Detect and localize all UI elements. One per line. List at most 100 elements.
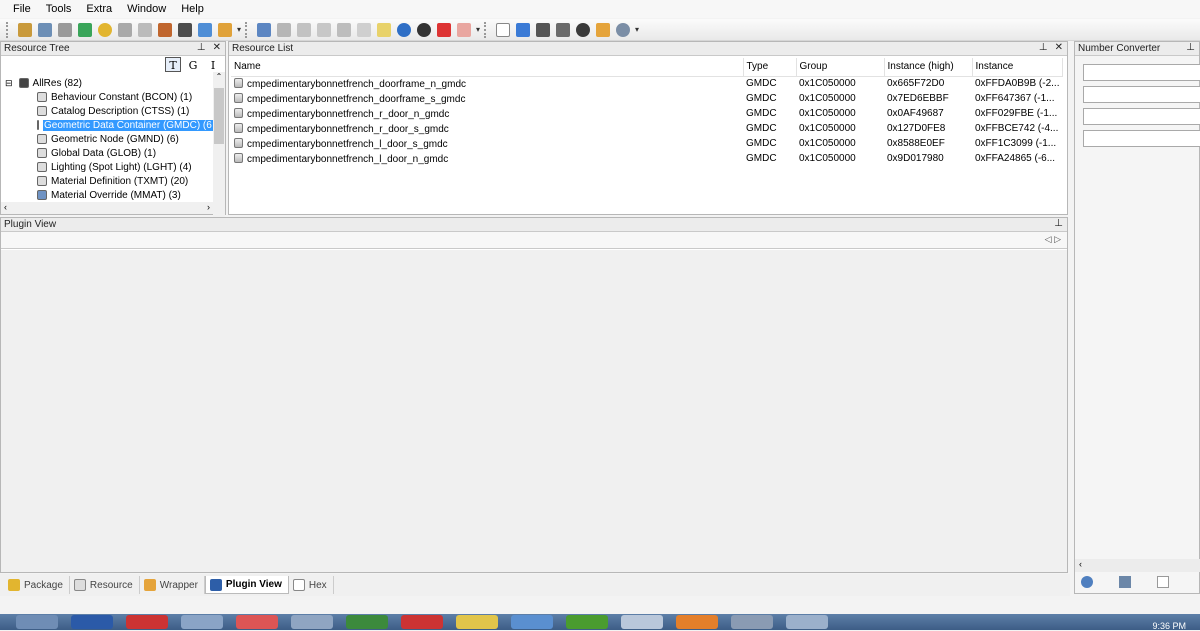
table-row[interactable]: cmpedimentarybonnetfrench_doorframe_n_gm…: [231, 76, 1062, 91]
toggle-type-button[interactable]: T: [165, 57, 181, 72]
export-icon[interactable]: [257, 22, 272, 37]
menu-file[interactable]: File: [13, 3, 31, 15]
floppy-icon[interactable]: [536, 22, 551, 37]
column-header-type[interactable]: Type: [743, 58, 797, 77]
menu-help[interactable]: Help: [181, 3, 204, 15]
tab-hex[interactable]: Hex: [289, 576, 334, 594]
column-header-name[interactable]: Name: [231, 58, 744, 77]
clip-icon[interactable]: [118, 22, 132, 37]
tree-item-gmnd[interactable]: Geometric Node (GMND) (6): [5, 132, 211, 146]
converter-signed-input[interactable]: [1083, 108, 1200, 125]
search-web-icon[interactable]: [616, 22, 631, 37]
tree-item-glob[interactable]: Global Data (GLOB) (1): [5, 146, 211, 160]
search-icon[interactable]: [1081, 576, 1093, 588]
folder-open-icon[interactable]: [516, 22, 531, 37]
menu-window[interactable]: Window: [127, 3, 166, 15]
toolbar-dropdown-icon[interactable]: ▾: [237, 25, 241, 34]
close-icon[interactable]: ✕: [213, 42, 221, 53]
note-icon[interactable]: [377, 22, 392, 37]
floppy-star-icon[interactable]: [556, 22, 571, 37]
media-icon[interactable]: [566, 615, 608, 629]
table-row[interactable]: cmpedimentarybonnetfrench_r_door_n_gmdc …: [231, 106, 1062, 121]
toggle-instance-button[interactable]: I: [205, 57, 221, 72]
link-icon[interactable]: [58, 22, 72, 37]
scroll-left-icon[interactable]: ‹: [1079, 559, 1082, 569]
sims-icon[interactable]: [511, 615, 553, 629]
save-disk-icon[interactable]: [277, 22, 292, 37]
copy-icon[interactable]: [297, 22, 312, 37]
table-row[interactable]: cmpedimentarybonnetfrench_r_door_s_gmdc …: [231, 121, 1062, 136]
collapse-icon[interactable]: ⊟: [5, 78, 13, 89]
text-box-icon[interactable]: [1157, 576, 1169, 588]
toolbar-grip-2[interactable]: [245, 21, 248, 38]
import-icon[interactable]: [158, 22, 172, 37]
chrome-icon[interactable]: [456, 615, 498, 629]
toolbar-dropdown-icon-2[interactable]: ▾: [476, 25, 480, 34]
save-icon[interactable]: [38, 22, 52, 37]
comment-icon[interactable]: [337, 22, 352, 37]
excel-icon[interactable]: [346, 615, 388, 629]
tree-item-ctss[interactable]: Catalog Description (CTSS) (1): [5, 104, 211, 118]
person-icon[interactable]: [218, 22, 232, 37]
pin-icon[interactable]: ⊥: [1039, 42, 1048, 53]
tree-item-mmat[interactable]: Material Override (MMAT) (3): [5, 188, 211, 202]
toolbar-grip[interactable]: [6, 21, 9, 38]
browser-icon[interactable]: [401, 615, 443, 629]
table-row[interactable]: cmpedimentarybonnetfrench_l_door_n_gmdc …: [231, 151, 1062, 166]
pin-icon[interactable]: ⊥: [1054, 218, 1063, 229]
tab-wrapper[interactable]: Wrapper: [140, 576, 205, 594]
toolbar-grip-3[interactable]: [484, 21, 487, 38]
powerpoint-icon[interactable]: [236, 615, 278, 629]
tab-package[interactable]: Package: [4, 576, 70, 594]
app-icon[interactable]: [126, 615, 168, 629]
converter-decimal-input[interactable]: [1083, 86, 1200, 103]
close-circle-icon[interactable]: [576, 22, 591, 37]
tree-item-allres[interactable]: ⊟ AllRes (82): [5, 76, 211, 90]
active-app-icon[interactable]: [786, 615, 828, 629]
scroll-thumb[interactable]: [214, 88, 224, 144]
open-package-icon[interactable]: [18, 22, 32, 37]
refresh-icon[interactable]: [78, 22, 92, 37]
firefox-icon[interactable]: [676, 615, 718, 629]
list-icon[interactable]: [357, 22, 372, 37]
tree-item-gmdc[interactable]: Geometric Data Container (GMDC) (6: [5, 118, 213, 132]
tools-icon[interactable]: [198, 22, 212, 37]
tree-item-txmt[interactable]: Material Definition (TXMT) (20): [5, 174, 211, 188]
cut-icon[interactable]: [138, 22, 152, 37]
start-button-icon[interactable]: [16, 615, 58, 629]
simpe-icon[interactable]: [181, 615, 223, 629]
new-file-icon[interactable]: [496, 22, 511, 37]
tool-icon[interactable]: [731, 615, 773, 629]
locked-icon[interactable]: [417, 22, 432, 37]
word-icon[interactable]: [71, 615, 113, 629]
converter-float-input[interactable]: [1083, 130, 1200, 147]
tree-horizontal-scrollbar[interactable]: ‹ ›: [1, 202, 213, 214]
eraser-icon[interactable]: [457, 22, 472, 37]
converter-hex-input[interactable]: [1083, 64, 1200, 81]
tab-resource[interactable]: Resource: [70, 576, 140, 594]
tab-plugin-view[interactable]: Plugin View: [204, 576, 289, 594]
tree-vertical-scrollbar[interactable]: ⌃ ⌄: [213, 72, 225, 240]
menu-extra[interactable]: Extra: [86, 3, 112, 15]
column-header-instance[interactable]: Instance: [972, 58, 1063, 77]
paste-icon[interactable]: [317, 22, 332, 37]
tree-item-bcon[interactable]: Behaviour Constant (BCON) (1): [5, 90, 211, 104]
tree-item-lght[interactable]: Lighting (Spot Light) (LGHT) (4): [5, 160, 211, 174]
mail-icon[interactable]: [621, 615, 663, 629]
table-row[interactable]: cmpedimentarybonnetfrench_l_door_s_gmdc …: [231, 136, 1062, 151]
sync-icon[interactable]: [397, 22, 412, 37]
star-icon[interactable]: [98, 22, 112, 37]
scroll-up-icon[interactable]: ⌃: [213, 72, 225, 81]
toggle-group-button[interactable]: G: [185, 57, 201, 72]
pin-icon[interactable]: ⊥: [1186, 42, 1195, 53]
folder-icon[interactable]: [291, 615, 333, 629]
delete-icon[interactable]: [437, 22, 452, 37]
converter-horizontal-scrollbar[interactable]: ‹: [1075, 559, 1200, 572]
camera-icon[interactable]: [178, 22, 192, 37]
menu-tools[interactable]: Tools: [46, 3, 72, 15]
toolbar-dropdown-icon-3[interactable]: ▾: [635, 25, 639, 34]
scroll-right-icon[interactable]: ›: [207, 202, 210, 212]
inspect-icon[interactable]: [1119, 576, 1131, 588]
table-row[interactable]: cmpedimentarybonnetfrench_doorframe_s_gm…: [231, 91, 1062, 106]
close-icon[interactable]: ✕: [1055, 42, 1063, 53]
